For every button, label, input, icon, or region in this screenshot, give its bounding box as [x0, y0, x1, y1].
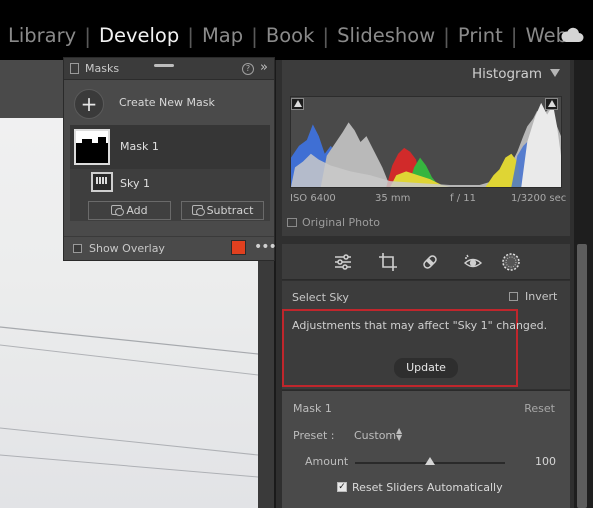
update-button[interactable]: Update	[394, 358, 458, 378]
sliders-icon[interactable]	[333, 252, 353, 272]
crop-icon[interactable]	[378, 252, 398, 272]
select-sky-section: Select Sky Invert Adjustments that may a…	[282, 281, 570, 389]
update-warning-box: Adjustments that may affect "Sky 1" chan…	[282, 309, 547, 387]
collapse-triangle-icon[interactable]	[550, 69, 560, 77]
module-map[interactable]: Map	[194, 23, 251, 49]
create-new-mask-label: Create New Mask	[119, 96, 215, 109]
mask-adjust-title: Mask 1	[293, 402, 332, 415]
sky-mask-icon[interactable]	[91, 172, 113, 192]
overlay-color-swatch[interactable]	[231, 240, 246, 255]
module-slideshow[interactable]: Slideshow	[329, 23, 443, 49]
histogram-graph	[290, 96, 562, 188]
preset-label: Preset :	[293, 429, 335, 442]
drag-handle[interactable]	[154, 64, 174, 67]
module-picker: Library | Develop | Map | Book | Slideshow | Print…	[0, 22, 576, 50]
histogram-header[interactable]: Histogram	[282, 60, 570, 88]
subtract-button[interactable]: Subtract	[181, 201, 264, 220]
show-overlay-row: Show Overlay •••	[64, 236, 277, 260]
module-library[interactable]: Library	[0, 23, 84, 49]
module-bar: Library | Develop | Map | Book | Slideshow | Print…	[0, 0, 593, 60]
create-new-mask-button[interactable]: +	[74, 89, 104, 119]
add-mask-icon	[111, 205, 125, 216]
healing-icon[interactable]	[420, 252, 440, 272]
subtract-mask-icon	[191, 205, 205, 216]
create-new-mask-row[interactable]: + Create New Mask	[74, 89, 269, 119]
help-icon[interactable]: ?	[242, 63, 254, 75]
module-separator: |	[443, 24, 450, 48]
module-separator: |	[251, 24, 258, 48]
amount-slider-knob[interactable]	[425, 457, 435, 465]
shadow-clipping-toggle[interactable]	[291, 98, 304, 110]
update-warning-text: Adjustments that may affect "Sky 1" chan…	[292, 319, 548, 332]
more-options-icon[interactable]: •••	[254, 239, 277, 255]
reset-sliders-label[interactable]: Reset Sliders Automatically	[352, 481, 503, 494]
module-separator: |	[187, 24, 194, 48]
sky-1-label[interactable]: Sky 1	[120, 177, 150, 190]
panel-dock-icon[interactable]	[70, 63, 79, 74]
add-button[interactable]: Add	[88, 201, 171, 220]
module-separator: |	[84, 24, 91, 48]
reset-sliders-checkbox[interactable]: ✓	[337, 482, 347, 492]
add-label: Add	[126, 204, 148, 217]
cloud-icon[interactable]	[560, 27, 584, 43]
histogram-title: Histogram	[471, 66, 542, 82]
preset-dropdown[interactable]: Custom	[354, 429, 396, 442]
aperture-value: f / 11	[450, 193, 476, 204]
reset-button[interactable]: Reset	[524, 402, 555, 415]
subtract-label: Subtract	[206, 204, 254, 217]
module-separator: |	[510, 24, 518, 48]
show-overlay-checkbox[interactable]	[73, 244, 82, 253]
amount-value[interactable]: 100	[535, 455, 556, 468]
collapse-icon[interactable]: »	[260, 60, 268, 75]
mask-item-mask-1[interactable]: Mask 1	[70, 125, 270, 169]
scrollbar-thumb[interactable]	[577, 244, 587, 508]
red-eye-icon[interactable]	[463, 252, 483, 272]
preset-updown-icon[interactable]: ▲ ▼	[396, 427, 402, 442]
amount-label: Amount	[305, 455, 349, 468]
select-sky-label: Select Sky	[292, 291, 349, 304]
show-overlay-label[interactable]: Show Overlay	[89, 242, 165, 255]
invert-checkbox[interactable]	[509, 292, 518, 301]
shutter-speed: 1/3200 sec	[511, 193, 567, 204]
masks-panel-title: Masks	[85, 62, 120, 75]
invert-label[interactable]: Invert	[525, 290, 557, 303]
original-photo-checkbox[interactable]	[287, 218, 297, 227]
mask-1-label: Mask 1	[120, 140, 159, 153]
mask-adjustments-panel: Mask 1 Reset Preset : Custom ▲ ▼ Amount 1…	[282, 390, 570, 508]
original-photo-toggle[interactable]: Original Photo	[287, 216, 380, 230]
tool-strip	[282, 244, 570, 280]
mask-1-thumbnail	[74, 129, 110, 165]
lightroom-window: Library | Develop | Map | Book | Slideshow | Print…	[0, 0, 593, 508]
module-separator: |	[322, 24, 330, 48]
module-book[interactable]: Book	[258, 23, 323, 49]
highlight-clipping-toggle[interactable]	[545, 98, 558, 110]
masking-icon[interactable]	[501, 252, 521, 272]
iso-value: ISO 6400	[290, 193, 336, 204]
masks-panel-header[interactable]: Masks ? »	[64, 58, 274, 80]
original-photo-label: Original Photo	[302, 216, 380, 229]
plus-icon: +	[80, 92, 98, 116]
module-develop[interactable]: Develop	[91, 23, 187, 49]
module-print[interactable]: Print	[450, 23, 511, 49]
histogram-exif-info: ISO 6400 35 mm f / 11 1/3200 sec	[290, 193, 566, 207]
masks-panel: Masks ? » + Create New Mask Mask 1 Sky 1…	[63, 57, 277, 261]
focal-length: 35 mm	[375, 193, 411, 204]
mask-list: Mask 1 Sky 1 Add Subtract	[70, 125, 270, 221]
